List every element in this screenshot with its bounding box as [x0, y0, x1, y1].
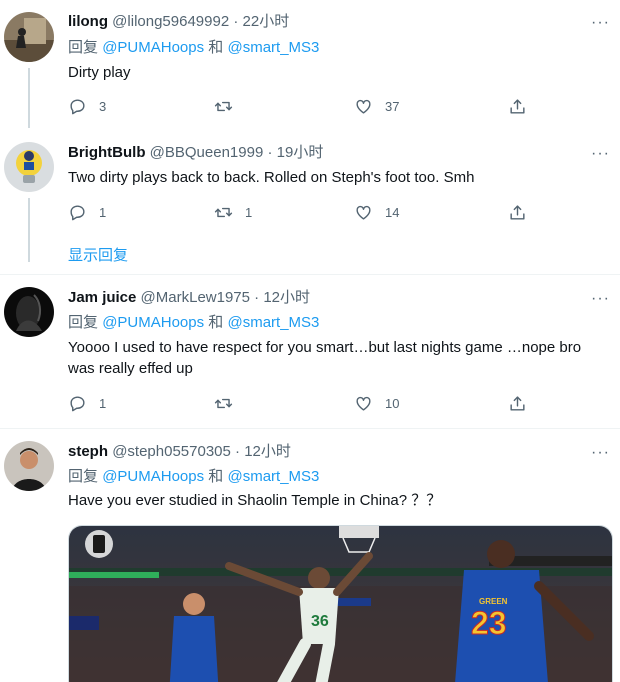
mention-link[interactable]: @smart_MS3: [227, 39, 319, 56]
tweet-text: Dirty play: [68, 64, 131, 81]
replying-to: 回复 @PUMAHoops 和 @smart_MS3: [68, 467, 319, 487]
user-handle[interactable]: @lilong59649992: [112, 13, 229, 30]
reply-and: 和: [208, 314, 224, 331]
share-icon: [510, 98, 525, 114]
reply-prefix: 回复: [68, 468, 99, 485]
like-count: 10: [385, 395, 400, 411]
tweet-text: Yoooo I used to have respect for you sma…: [68, 339, 582, 377]
retweet-button[interactable]: 1: [214, 202, 252, 222]
avatar[interactable]: [4, 12, 54, 62]
display-name[interactable]: steph: [68, 443, 108, 460]
avatar[interactable]: [4, 142, 54, 192]
retweet-icon: [214, 207, 233, 217]
display-name[interactable]: Jam juice: [68, 289, 136, 306]
retweet-icon: [214, 398, 233, 408]
timestamp[interactable]: 22小时: [243, 13, 290, 30]
mention-link[interactable]: @smart_MS3: [227, 468, 319, 485]
mention-link[interactable]: @PUMAHoops: [102, 39, 204, 56]
reply-count: 1: [99, 395, 107, 411]
timestamp[interactable]: 19小时: [277, 144, 324, 161]
separator: ·: [229, 13, 243, 30]
retweet-icon: [214, 101, 233, 111]
mention-link[interactable]: @smart_MS3: [227, 314, 319, 331]
like-icon: [356, 396, 371, 411]
mention-link[interactable]: @PUMAHoops: [102, 314, 204, 331]
reply-count: 3: [99, 98, 107, 114]
like-count: 14: [385, 204, 400, 220]
jersey-number-right: 23: [471, 605, 507, 641]
more-icon[interactable]: ···: [591, 291, 610, 307]
display-name[interactable]: lilong: [68, 13, 108, 30]
reply-icon: [70, 98, 85, 114]
replying-to: 回复 @PUMAHoops 和 @smart_MS3: [68, 313, 319, 333]
show-replies-link[interactable]: 显示回复: [68, 244, 128, 265]
action-bar: 1 10: [68, 393, 538, 413]
timestamp[interactable]: 12小时: [244, 443, 291, 460]
retweet-button[interactable]: [214, 96, 245, 116]
user-handle[interactable]: @BBQueen1999: [150, 144, 264, 161]
reply-and: 和: [208, 39, 224, 56]
like-icon: [356, 99, 371, 114]
basketball-photo: 36 GREEN 23: [69, 526, 612, 682]
timestamp[interactable]: 12小时: [263, 289, 310, 306]
reply-prefix: 回复: [68, 314, 99, 331]
reply-and: 和: [208, 468, 224, 485]
reply-button[interactable]: 1: [68, 393, 106, 413]
more-icon[interactable]: ···: [591, 146, 610, 162]
user-handle[interactable]: @MarkLew1975: [141, 289, 250, 306]
mention-link[interactable]: @PUMAHoops: [102, 468, 204, 485]
like-icon: [356, 205, 371, 220]
retweet-button[interactable]: [214, 393, 245, 413]
jersey-number-left: 36: [311, 613, 329, 630]
like-button[interactable]: 10: [354, 393, 399, 413]
more-icon[interactable]: ···: [591, 445, 610, 461]
separator: ·: [230, 443, 245, 460]
share-button[interactable]: [508, 96, 527, 116]
tweet-text: Two dirty plays back to back. Rolled on …: [68, 169, 475, 186]
reply-prefix: 回复: [68, 39, 99, 56]
divider: [0, 274, 620, 275]
like-button[interactable]: 37: [354, 96, 399, 116]
tweet-media-photo[interactable]: 36 GREEN 23: [68, 525, 613, 682]
like-button[interactable]: 14: [354, 202, 399, 222]
reply-count: 1: [99, 204, 107, 220]
action-bar: 1 1 14: [68, 202, 538, 222]
user-handle[interactable]: @steph05570305: [112, 443, 231, 460]
avatar[interactable]: [4, 287, 54, 337]
more-icon[interactable]: ···: [591, 15, 610, 31]
reply-icon: [70, 395, 85, 411]
share-icon: [510, 204, 525, 220]
like-count: 37: [385, 98, 400, 114]
replying-to: 回复 @PUMAHoops 和 @smart_MS3: [68, 38, 319, 58]
action-bar: 3 37: [68, 96, 538, 116]
reply-icon: [70, 204, 85, 220]
share-icon: [510, 395, 525, 411]
tweet-text: Have you ever studied in Shaolin Temple …: [68, 492, 442, 509]
share-button[interactable]: [508, 202, 527, 222]
reply-button[interactable]: 1: [68, 202, 106, 222]
display-name[interactable]: BrightBulb: [68, 144, 145, 161]
avatar[interactable]: [4, 441, 54, 491]
reply-button[interactable]: 3: [68, 96, 106, 116]
retweet-count: 1: [245, 204, 253, 220]
share-button[interactable]: [508, 393, 527, 413]
separator: ·: [263, 144, 277, 161]
separator: ·: [250, 289, 264, 306]
divider: [0, 428, 620, 429]
